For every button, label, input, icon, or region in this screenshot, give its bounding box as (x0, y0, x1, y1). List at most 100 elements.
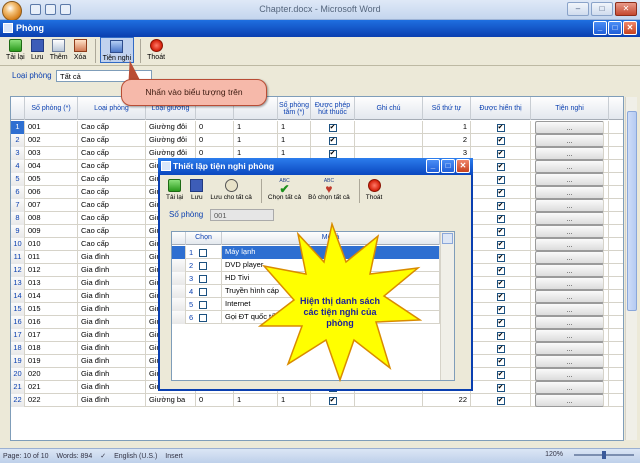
amenities-cell[interactable]: ... (531, 277, 609, 290)
row-header[interactable]: 21 (11, 381, 25, 394)
amenities-row-button[interactable]: ... (535, 329, 604, 342)
table-cell[interactable]: Giường đôi (146, 134, 196, 147)
column-header[interactable]: Chọn (186, 232, 222, 245)
table-cell[interactable]: Gia đình (78, 394, 146, 407)
checkbox-cell[interactable]: ✔ (471, 212, 531, 225)
row-header[interactable]: 13 (11, 277, 25, 290)
amenities-row-button[interactable]: ... (535, 303, 604, 316)
close-icon[interactable]: ✕ (615, 2, 637, 16)
table-cell[interactable]: 22 (423, 394, 471, 407)
table-cell[interactable]: 001 (25, 121, 78, 134)
amenities-cell[interactable]: ... (531, 173, 609, 186)
amenities-row-button[interactable]: ... (535, 147, 604, 160)
table-cell[interactable]: 016 (25, 316, 78, 329)
table-cell[interactable]: 0 (196, 121, 234, 134)
dialog-reload-button[interactable]: Tải lại (164, 177, 185, 201)
checkbox[interactable]: ✔ (328, 124, 337, 133)
table-cell[interactable]: 020 (25, 368, 78, 381)
amenities-cell[interactable]: ... (531, 134, 609, 147)
dialog-save-button[interactable]: Lưu (188, 177, 205, 201)
column-header[interactable]: Ghi chú (355, 97, 423, 120)
table-cell[interactable]: 005 (25, 173, 78, 186)
minimize-icon[interactable]: – (567, 2, 589, 16)
table-cell[interactable]: Cao cấp (78, 199, 146, 212)
row-header[interactable] (172, 259, 186, 272)
table-cell[interactable]: Giường đôi (146, 121, 196, 134)
checkbox[interactable]: ✔ (496, 332, 505, 341)
amenities-cell[interactable]: ... (531, 147, 609, 160)
checkbox-cell[interactable]: ✔ (471, 225, 531, 238)
checkbox[interactable]: ✔ (496, 358, 505, 367)
close-icon[interactable]: ✕ (456, 159, 470, 173)
select-cell[interactable]: 3 (186, 272, 222, 285)
maximize-icon[interactable]: □ (608, 21, 622, 35)
amenities-row-button[interactable]: ... (535, 394, 604, 407)
amenities-cell[interactable]: ... (531, 368, 609, 381)
word-count[interactable]: Words: 894 (57, 453, 93, 460)
checkbox-cell[interactable]: ✔ (471, 329, 531, 342)
table-cell[interactable]: 003 (25, 147, 78, 160)
checkbox[interactable] (199, 313, 208, 322)
proofing-icon[interactable]: ✓ (100, 452, 106, 460)
checkbox[interactable]: ✔ (328, 397, 337, 406)
row-header[interactable]: 22 (11, 394, 25, 407)
minimize-icon[interactable]: _ (426, 159, 440, 173)
scrollbar-thumb[interactable] (627, 111, 637, 311)
checkbox[interactable]: ✔ (496, 215, 505, 224)
checkbox-cell[interactable]: ✔ (471, 316, 531, 329)
table-cell[interactable]: Cao cấp (78, 238, 146, 251)
row-header[interactable]: 7 (11, 199, 25, 212)
checkbox[interactable] (199, 274, 208, 283)
checkbox[interactable]: ✔ (496, 189, 505, 198)
checkbox[interactable]: ✔ (496, 267, 505, 276)
table-cell[interactable] (355, 134, 423, 147)
table-cell[interactable]: Gia đình (78, 264, 146, 277)
amenities-row-button[interactable]: ... (535, 173, 604, 186)
amenities-row-button[interactable]: ... (535, 134, 604, 147)
table-cell[interactable]: Gia đình (78, 316, 146, 329)
checkbox-cell[interactable]: ✔ (471, 186, 531, 199)
checkbox-cell[interactable]: ✔ (471, 290, 531, 303)
amenities-cell[interactable]: ... (531, 186, 609, 199)
select-cell[interactable]: 5 (186, 298, 222, 311)
checkbox-cell[interactable]: ✔ (311, 134, 355, 147)
table-cell[interactable] (355, 121, 423, 134)
table-cell[interactable]: Gia đình (78, 251, 146, 264)
row-header[interactable]: 18 (11, 342, 25, 355)
amenities-row-button[interactable]: ... (535, 160, 604, 173)
table-cell[interactable]: Giường ba (146, 394, 196, 407)
column-header[interactable]: Số phòng (*) (25, 97, 78, 120)
insert-mode[interactable]: Insert (165, 453, 183, 460)
amenities-row-button[interactable]: ... (535, 199, 604, 212)
row-header[interactable]: 16 (11, 316, 25, 329)
checkbox[interactable]: ✔ (496, 371, 505, 380)
dialog-save-all-button[interactable]: Lưu cho tất cả (208, 177, 254, 201)
amenities-row-button[interactable]: ... (535, 355, 604, 368)
column-header[interactable]: Tiện nghi (531, 97, 609, 120)
checkbox[interactable]: ✔ (328, 150, 337, 159)
checkbox-cell[interactable]: ✔ (471, 368, 531, 381)
checkbox-cell[interactable]: ✔ (471, 160, 531, 173)
table-cell[interactable]: Gia đình (78, 342, 146, 355)
delete-button[interactable]: Xóa (72, 37, 89, 61)
amenities-cell[interactable]: ... (531, 329, 609, 342)
amenities-cell[interactable]: ... (531, 251, 609, 264)
amenities-cell[interactable]: ... (531, 394, 609, 407)
row-header[interactable]: 17 (11, 329, 25, 342)
row-header[interactable]: 4 (11, 160, 25, 173)
row-header[interactable]: 8 (11, 212, 25, 225)
table-cell[interactable]: 0 (196, 134, 234, 147)
table-cell[interactable]: 013 (25, 277, 78, 290)
amenities-cell[interactable]: ... (531, 355, 609, 368)
amenities-cell[interactable]: ... (531, 225, 609, 238)
amenities-row-button[interactable]: ... (535, 186, 604, 199)
row-header[interactable]: 10 (11, 238, 25, 251)
amenities-cell[interactable]: ... (531, 212, 609, 225)
rooms-grid-scrollbar[interactable] (625, 97, 637, 440)
page-indicator[interactable]: Page: 10 of 10 (3, 453, 49, 460)
row-header[interactable] (172, 285, 186, 298)
checkbox[interactable]: ✔ (496, 202, 505, 211)
add-button[interactable]: Thêm (48, 37, 70, 61)
amenities-cell[interactable]: ... (531, 303, 609, 316)
table-cell[interactable]: Cao cấp (78, 212, 146, 225)
